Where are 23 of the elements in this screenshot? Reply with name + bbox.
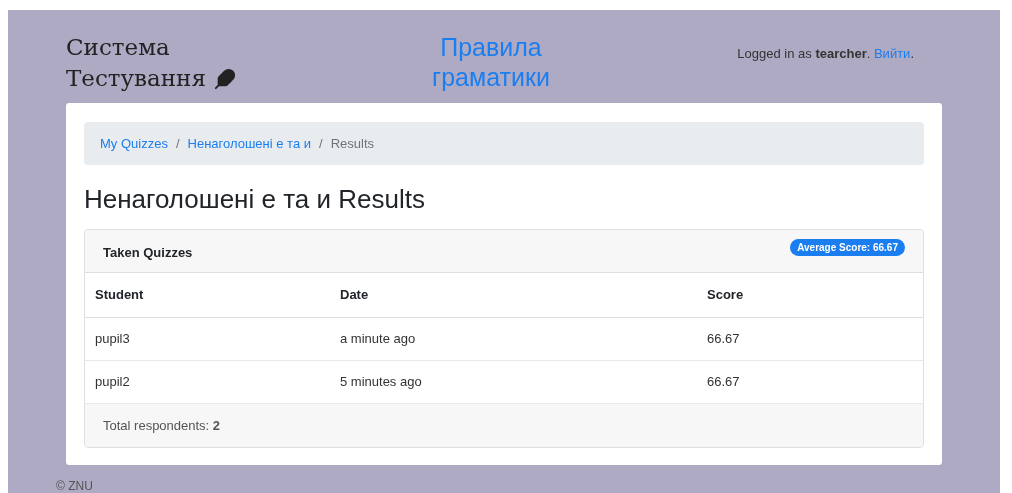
login-status: Logged in as tearcher. Вийти.: [737, 45, 914, 63]
breadcrumb-link[interactable]: My Quizzes: [100, 133, 168, 154]
breadcrumb-current: Results: [330, 134, 374, 153]
copyright-text: © ZNU: [56, 479, 94, 493]
total-respondents: Total respondents: 2: [103, 416, 221, 435]
brand-title[interactable]: Система Тестування: [66, 32, 206, 94]
feather-icon: [213, 68, 236, 90]
table-cell-text: 66.67: [707, 330, 741, 349]
breadcrumb-separator: /: [175, 134, 180, 153]
column-header: Student: [95, 286, 145, 305]
table-cell-text: 5 minutes ago: [340, 373, 423, 392]
page-title: Ненаголошені е та и Results: [84, 183, 426, 216]
average-score-badge: Average Score: 66.67: [790, 238, 905, 256]
column-header: Score: [707, 286, 745, 305]
table-cell-text: 66.67: [707, 373, 741, 392]
breadcrumb-link[interactable]: Ненаголошені е та и: [187, 133, 311, 154]
column-header: Date: [340, 286, 370, 305]
panel-title: Taken Quizzes: [103, 243, 193, 262]
table-cell-text: pupil3: [95, 330, 131, 349]
table-cell-text: pupil2: [95, 373, 131, 392]
table-cell-text: a minute ago: [340, 330, 417, 349]
breadcrumb-separator: /: [319, 134, 323, 153]
grammar-rules-link[interactable]: Правила граматики: [416, 32, 566, 92]
